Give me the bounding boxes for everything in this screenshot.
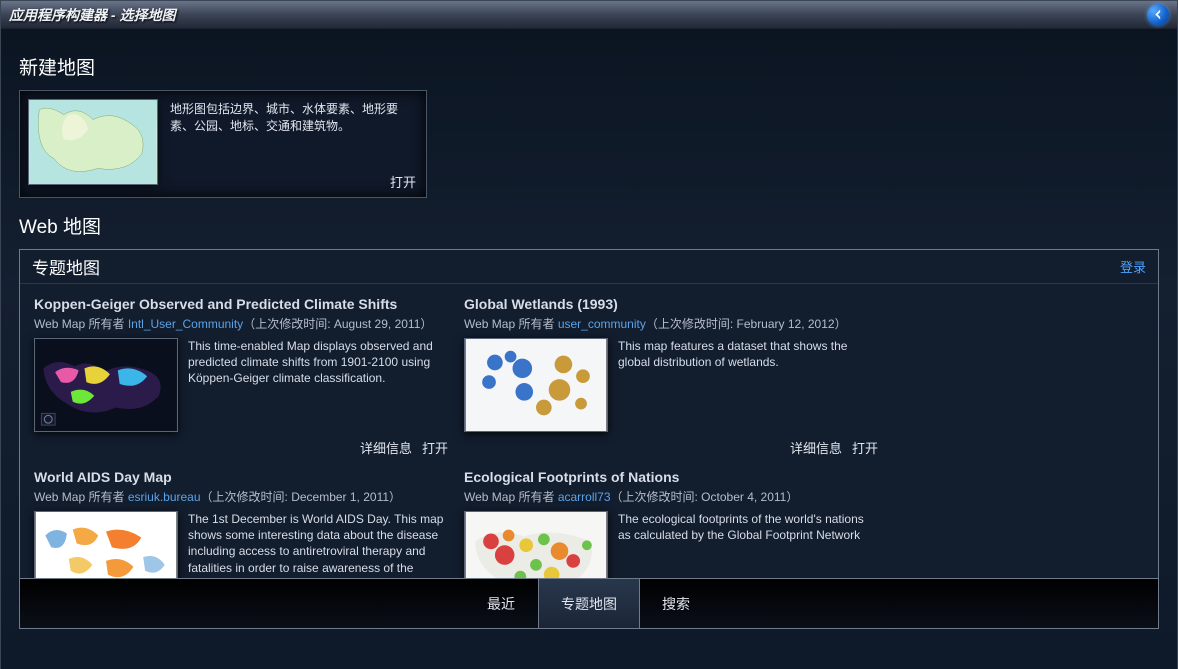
map-item: World AIDS Day Map Web Map 所有者 esriuk.bur… <box>34 469 448 578</box>
map-item-thumbnail[interactable] <box>34 511 178 578</box>
map-item: Global Wetlands (1993) Web Map 所有者 user_c… <box>464 296 878 457</box>
map-item-body: The ecological footprints of the world's… <box>464 511 878 578</box>
window-title: 应用程序构建器 - 选择地图 <box>9 5 175 25</box>
new-map-heading: 新建地图 <box>19 53 1159 80</box>
map-item: Koppen-Geiger Observed and Predicted Cli… <box>34 296 448 457</box>
map-item-owner[interactable]: esriuk.bureau <box>128 490 201 504</box>
map-item-owner[interactable]: Intl_User_Community <box>128 317 243 331</box>
map-item-title[interactable]: Koppen-Geiger Observed and Predicted Cli… <box>34 296 448 312</box>
details-link[interactable]: 详细信息 <box>790 441 842 456</box>
new-map-thumbnail <box>28 99 158 185</box>
panel-header: 专题地图 登录 <box>20 250 1158 284</box>
title-bar: 应用程序构建器 - 选择地图 <box>1 1 1177 29</box>
open-link[interactable]: 打开 <box>422 441 448 456</box>
details-link[interactable]: 详细信息 <box>360 441 412 456</box>
map-item-thumbnail[interactable] <box>34 338 178 432</box>
map-item-meta: Web Map 所有者 user_community（上次修改时间: Febru… <box>464 315 878 332</box>
new-map-card[interactable]: 地形图包括边界、城市、水体要素、地形要素、公园、地标、交通和建筑物。 打开 <box>19 90 427 198</box>
back-button[interactable] <box>1147 4 1169 26</box>
map-item-description: This time-enabled Map displays observed … <box>178 338 448 432</box>
map-item-body: This map features a dataset that shows t… <box>464 338 878 432</box>
map-item-meta: Web Map 所有者 acarroll73（上次修改时间: October 4… <box>464 488 878 505</box>
map-item-title[interactable]: Global Wetlands (1993) <box>464 296 878 312</box>
map-list[interactable]: Koppen-Geiger Observed and Predicted Cli… <box>20 284 1158 578</box>
map-item-description: The 1st December is World AIDS Day. This… <box>178 511 448 578</box>
new-map-open-link[interactable]: 打开 <box>390 172 416 191</box>
map-item-description: The ecological footprints of the world's… <box>608 511 878 578</box>
open-link[interactable]: 打开 <box>852 441 878 456</box>
tab-search[interactable]: 搜索 <box>640 579 713 628</box>
map-item-thumbnail[interactable] <box>464 511 608 578</box>
arrow-left-icon <box>1152 8 1165 21</box>
map-item-owner[interactable]: user_community <box>558 317 646 331</box>
map-item-owner[interactable]: acarroll73 <box>558 490 611 504</box>
map-item-title[interactable]: World AIDS Day Map <box>34 469 448 485</box>
web-map-panel: 专题地图 登录 Koppen-Geiger Observed and Predi… <box>19 249 1159 629</box>
tab-featured[interactable]: 专题地图 <box>538 579 640 628</box>
map-item-description: This map features a dataset that shows t… <box>608 338 878 432</box>
map-item-body: The 1st December is World AIDS Day. This… <box>34 511 448 578</box>
new-map-description: 地形图包括边界、城市、水体要素、地形要素、公园、地标、交通和建筑物。 <box>158 99 418 189</box>
content-area: 新建地图 地形图包括边界、城市、水体要素、地形要素、公园、地标、交通和建筑物。 … <box>1 29 1177 669</box>
map-item-actions: 详细信息打开 <box>464 438 878 457</box>
web-map-heading: Web 地图 <box>19 212 1159 239</box>
map-item-thumbnail[interactable] <box>464 338 608 432</box>
tab-recent[interactable]: 最近 <box>465 579 538 628</box>
app-window: 应用程序构建器 - 选择地图 新建地图 地形图包括边界、城市、水体要素、地形要素… <box>0 0 1178 669</box>
map-item-body: This time-enabled Map displays observed … <box>34 338 448 432</box>
login-link[interactable]: 登录 <box>1120 257 1146 276</box>
map-item-title[interactable]: Ecological Footprints of Nations <box>464 469 878 485</box>
map-item-meta: Web Map 所有者 Intl_User_Community（上次修改时间: … <box>34 315 448 332</box>
panel-heading-label: 专题地图 <box>32 254 100 279</box>
tab-bar: 最近 专题地图 搜索 <box>20 578 1158 628</box>
map-item-meta: Web Map 所有者 esriuk.bureau（上次修改时间: Decemb… <box>34 488 448 505</box>
map-item-actions: 详细信息打开 <box>34 438 448 457</box>
map-item: Ecological Footprints of Nations Web Map … <box>464 469 878 578</box>
